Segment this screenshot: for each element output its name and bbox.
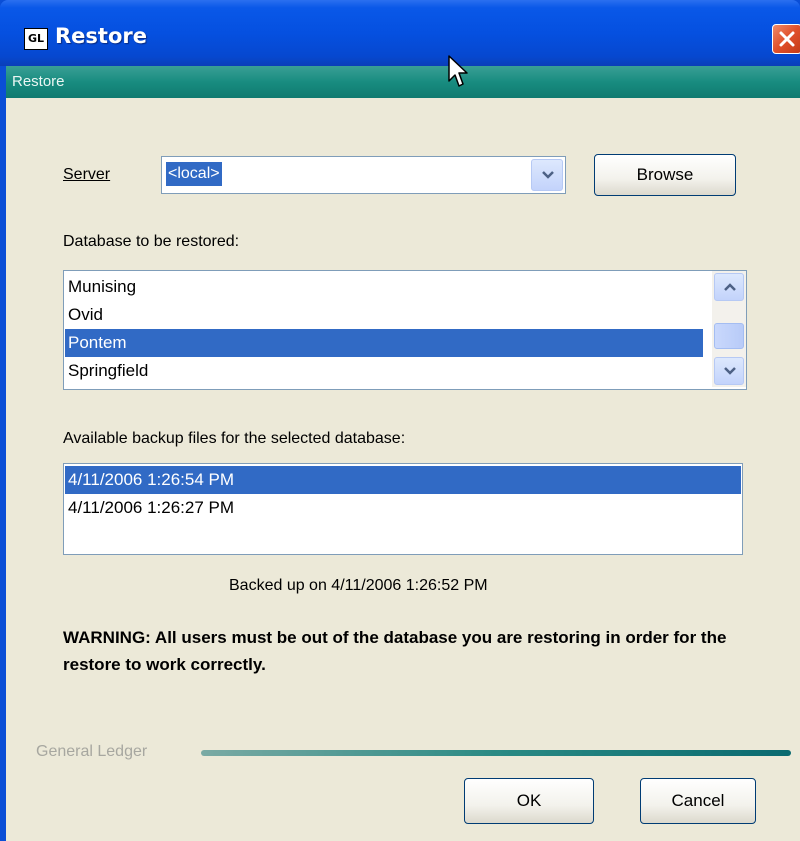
list-item[interactable]: 4/11/2006 1:26:27 PM xyxy=(65,494,741,522)
close-icon xyxy=(779,31,795,47)
scroll-down-button[interactable] xyxy=(714,357,744,385)
server-value: <local> xyxy=(166,162,222,186)
backup-status-text: Backed up on 4/11/2006 1:26:52 PM xyxy=(229,577,488,594)
database-scrollbar[interactable] xyxy=(712,271,746,387)
cancel-button[interactable]: Cancel xyxy=(640,778,756,824)
list-item[interactable]: Ovid xyxy=(65,301,703,329)
section-header-label: Restore xyxy=(12,73,65,90)
dialog-body: Restore Server <local> Browse Database t… xyxy=(6,66,800,841)
server-label: Server xyxy=(63,166,111,183)
mouse-cursor-icon xyxy=(448,55,468,87)
list-item[interactable]: Munising xyxy=(65,273,703,301)
close-button[interactable] xyxy=(772,24,800,54)
footer-divider xyxy=(201,750,791,756)
scroll-up-button[interactable] xyxy=(714,273,744,301)
app-icon: GL xyxy=(24,28,48,50)
ok-button[interactable]: OK xyxy=(464,778,594,824)
database-listbox[interactable]: Munising Ovid Pontem Springfield xyxy=(63,270,747,390)
footer-label: General Ledger xyxy=(36,743,148,760)
chevron-down-icon xyxy=(724,367,736,375)
browse-button[interactable]: Browse xyxy=(594,154,736,196)
backup-listbox[interactable]: 4/11/2006 1:26:54 PM 4/11/2006 1:26:27 P… xyxy=(63,463,743,555)
title-bar[interactable]: GL Restore xyxy=(0,0,800,66)
window-title: Restore xyxy=(55,24,147,48)
server-combobox[interactable]: <local> xyxy=(161,156,566,194)
warning-text: WARNING: All users must be out of the da… xyxy=(63,628,727,674)
server-dropdown-button[interactable] xyxy=(531,159,563,191)
database-list-label: Database to be restored: xyxy=(63,233,240,250)
chevron-down-icon xyxy=(542,171,554,179)
backup-list-label: Available backup files for the selected … xyxy=(63,430,406,447)
restore-window: GL Restore Restore Server <local> Browse… xyxy=(0,0,800,841)
list-item-selected[interactable]: Pontem xyxy=(65,329,703,357)
scroll-thumb[interactable] xyxy=(714,323,744,349)
chevron-up-icon xyxy=(724,283,736,291)
list-item-selected[interactable]: 4/11/2006 1:26:54 PM xyxy=(65,466,741,494)
section-header: Restore xyxy=(6,66,800,98)
list-item[interactable]: Springfield xyxy=(65,357,703,385)
